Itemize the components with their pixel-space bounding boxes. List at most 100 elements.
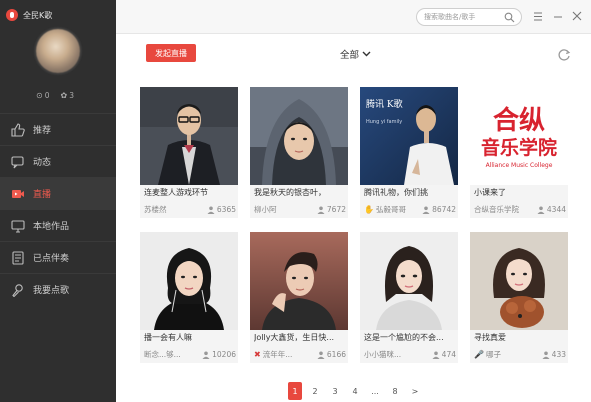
minimize-icon[interactable] bbox=[552, 10, 564, 22]
room-meta: 断念...够... 10206 bbox=[144, 349, 236, 360]
sidebar-item-local-works[interactable]: 本地作品 bbox=[0, 209, 116, 241]
cover-caption-line2: Hung yi family bbox=[366, 119, 402, 125]
live-room-card[interactable]: 寻找真爱 🎤 哪子 433 bbox=[470, 232, 568, 363]
viewer-count-value: 86742 bbox=[432, 205, 456, 214]
person-icon bbox=[207, 206, 215, 214]
live-room-card[interactable]: 播一会有人嘛 断念...够... 10206 bbox=[140, 232, 238, 363]
room-host-wrap: ✖ 流年年... bbox=[254, 349, 292, 360]
room-cover bbox=[250, 232, 348, 330]
viewer-count-value: 6365 bbox=[216, 205, 236, 214]
app-name: 全民K歌 bbox=[23, 10, 53, 20]
person-icon bbox=[432, 351, 440, 359]
refresh-icon[interactable] bbox=[557, 48, 571, 62]
sidebar-item-recommend[interactable]: 推荐 bbox=[0, 113, 116, 145]
viewer-count-value: 6166 bbox=[326, 350, 346, 359]
room-host: 断念...够... bbox=[144, 350, 181, 359]
sidebar-item-label: 已点伴奏 bbox=[33, 254, 70, 264]
room-meta: 苏楼然 6365 bbox=[144, 204, 236, 215]
live-room-card[interactable]: 腾讯 K歌 Hung yi family 腾讯礼物，你们挑 ✋ 弘毅哥哥 867… bbox=[360, 87, 458, 218]
page-8[interactable]: 8 bbox=[388, 382, 402, 400]
flower-icon: ✿ bbox=[60, 91, 68, 100]
category-filter[interactable]: 全部 bbox=[340, 47, 371, 61]
room-cover bbox=[360, 232, 458, 330]
sidebar-item-label: 我要点歌 bbox=[33, 286, 70, 296]
viewer-count: 10206 bbox=[202, 349, 236, 360]
stat-b-value: 3 bbox=[69, 91, 74, 100]
live-room-card[interactable]: 这是一个尴尬的不会... 小小猫咪... 474 bbox=[360, 232, 458, 363]
sidebar-item-live[interactable]: 直播 bbox=[0, 177, 116, 209]
viewer-count-value: 7672 bbox=[326, 205, 346, 214]
cover-caption-line1: 腾讯 K歌 bbox=[366, 98, 403, 110]
sidebar-menu: 推荐 动态 直播 本地作品 已点伴奏 我要点歌 bbox=[0, 113, 116, 305]
start-live-button[interactable]: 发起直播 bbox=[146, 44, 196, 62]
coin-icon: ⊙ bbox=[36, 91, 43, 100]
room-title: 腾讯礼物，你们挑 bbox=[364, 188, 428, 197]
next-page-button[interactable]: > bbox=[408, 382, 422, 400]
viewer-count: 433 bbox=[542, 349, 566, 360]
room-host: 合纵音乐学院 bbox=[474, 205, 519, 214]
sidebar-item-request-song[interactable]: 我要点歌 bbox=[0, 273, 116, 305]
page-1[interactable]: 1 bbox=[288, 382, 302, 400]
search-input[interactable] bbox=[424, 13, 502, 21]
room-host-wrap: ✋ 弘毅哥哥 bbox=[364, 204, 406, 215]
chat-bubble-icon bbox=[10, 154, 25, 169]
room-cover bbox=[250, 87, 348, 185]
room-cover: 合纵 音乐学院 Alliance Music College bbox=[470, 87, 568, 185]
title-bar bbox=[116, 0, 591, 34]
viewer-count-value: 474 bbox=[441, 350, 456, 359]
page-4[interactable]: 4 bbox=[348, 382, 362, 400]
video-camera-icon bbox=[10, 186, 25, 201]
page-ellipsis: ... bbox=[371, 386, 379, 396]
room-cover bbox=[140, 87, 238, 185]
live-room-card[interactable]: Jolly大鑫货，生日快... ✖ 流年年... 6166 bbox=[250, 232, 348, 363]
sidebar-item-label: 本地作品 bbox=[33, 222, 70, 232]
room-host: 弘毅哥哥 bbox=[375, 205, 406, 214]
room-host-wrap: 🎤 哪子 bbox=[474, 349, 501, 360]
stat-a[interactable]: ⊙ 0 bbox=[36, 91, 49, 100]
monitor-icon bbox=[10, 218, 25, 233]
live-room-card[interactable]: 合纵 音乐学院 Alliance Music College 小课来了 合纵音乐… bbox=[470, 87, 568, 218]
room-title: 小课来了 bbox=[474, 188, 506, 197]
viewer-count: 7672 bbox=[317, 204, 346, 215]
person-icon bbox=[317, 206, 325, 214]
mic-emoji-icon: 🎤 bbox=[474, 350, 484, 359]
room-cover bbox=[140, 232, 238, 330]
person-icon bbox=[202, 351, 210, 359]
room-host: 流年年... bbox=[262, 350, 293, 359]
chevron-down-icon bbox=[362, 51, 371, 57]
viewer-count-value: 4344 bbox=[546, 205, 566, 214]
sidebar-item-label: 推荐 bbox=[33, 126, 52, 136]
room-cover: 腾讯 K歌 Hung yi family bbox=[360, 87, 458, 185]
viewer-count: 6365 bbox=[207, 204, 236, 215]
search-icon[interactable] bbox=[504, 12, 515, 23]
stat-a-value: 0 bbox=[44, 91, 50, 100]
room-title: 我是秋天的银杏叶， bbox=[254, 188, 326, 197]
app-logo-icon bbox=[6, 9, 18, 21]
user-avatar[interactable] bbox=[36, 29, 80, 73]
room-title: 连麦整人游戏环节 bbox=[144, 188, 208, 197]
viewer-count-value: 10206 bbox=[212, 350, 236, 359]
live-room-card[interactable]: 我是秋天的银杏叶， 柳小阿 7672 bbox=[250, 87, 348, 218]
profile-stats: ⊙ 0 ✿ 3 bbox=[36, 91, 74, 100]
close-icon[interactable] bbox=[571, 10, 583, 22]
category-filter-label: 全部 bbox=[340, 50, 360, 61]
document-list-icon bbox=[10, 250, 25, 265]
menu-icon[interactable] bbox=[532, 10, 544, 22]
sidebar-item-feed[interactable]: 动态 bbox=[0, 145, 116, 177]
room-host: 柳小阿 bbox=[254, 205, 277, 214]
live-room-card[interactable]: 连麦整人游戏环节 苏楼然 6365 bbox=[140, 87, 238, 218]
search-box bbox=[416, 8, 522, 26]
live-page: 发起直播 全部 连麦整人游戏环节 苏楼然 6365 我是秋天的银杏叶， 柳小阿 … bbox=[116, 34, 591, 402]
person-icon bbox=[317, 351, 325, 359]
sidebar-item-accompaniment[interactable]: 已点伴奏 bbox=[0, 241, 116, 273]
cross-emoji-icon: ✖ bbox=[254, 350, 261, 359]
viewer-count-value: 433 bbox=[551, 350, 566, 359]
stat-b[interactable]: ✿ 3 bbox=[60, 91, 73, 100]
room-meta: 🎤 哪子 433 bbox=[474, 349, 566, 360]
page-2[interactable]: 2 bbox=[308, 382, 322, 400]
thumbs-up-icon bbox=[10, 122, 25, 137]
room-title: 这是一个尴尬的不会... bbox=[364, 333, 444, 342]
page-3[interactable]: 3 bbox=[328, 382, 342, 400]
sidebar-item-label: 直播 bbox=[33, 190, 52, 200]
room-meta: ✋ 弘毅哥哥 86742 bbox=[364, 204, 456, 215]
